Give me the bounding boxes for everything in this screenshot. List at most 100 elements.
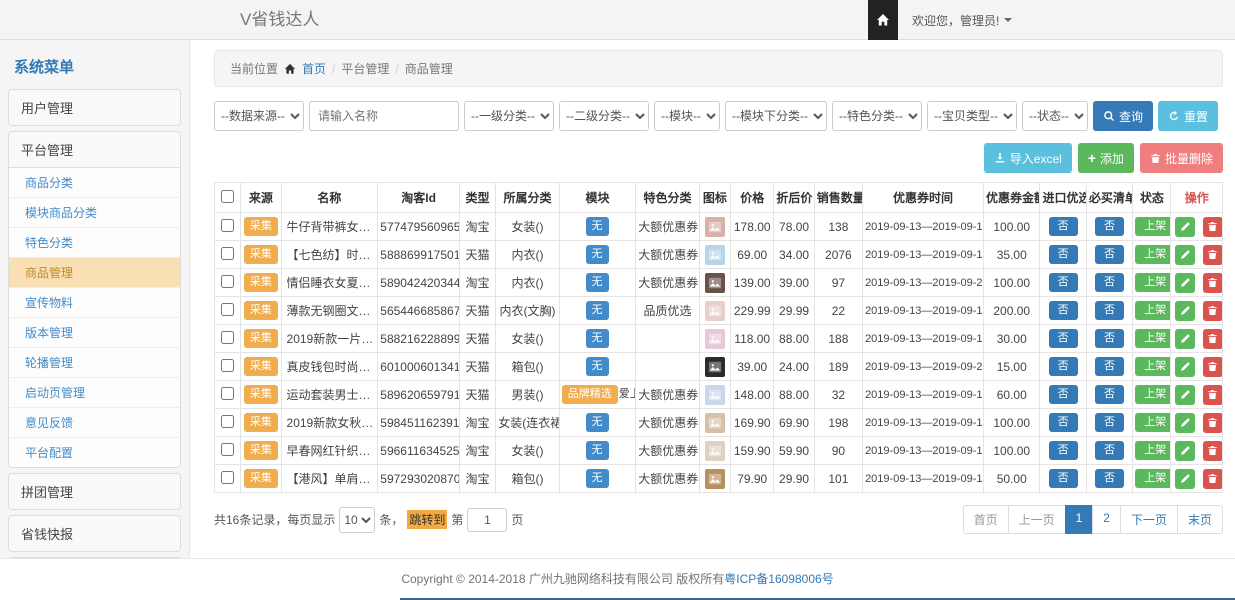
delete-button[interactable] [1203,245,1223,265]
must-buy-toggle[interactable]: 否 [1095,217,1124,236]
status-toggle[interactable]: 上架 [1135,413,1171,432]
add-button[interactable]: + 添加 [1078,143,1134,173]
sidebar-item[interactable]: 商品分类 [9,168,180,198]
filter-select[interactable]: --特色分类-- [832,101,922,131]
edit-button[interactable] [1175,441,1195,461]
status-toggle[interactable]: 上架 [1135,385,1171,404]
must-buy-toggle[interactable]: 否 [1095,385,1124,404]
sidebar-item[interactable]: 平台配置 [9,438,180,467]
edit-button[interactable] [1175,413,1195,433]
status-toggle[interactable]: 上架 [1135,245,1171,264]
import-select-toggle[interactable]: 否 [1049,441,1078,460]
delete-button[interactable] [1203,273,1223,293]
breadcrumb-home-link[interactable]: 首页 [302,60,326,77]
must-buy-toggle[interactable]: 否 [1095,273,1124,292]
edit-button[interactable] [1175,385,1195,405]
filter-select[interactable]: --数据来源-- [214,101,304,131]
import-select-toggle[interactable]: 否 [1049,273,1078,292]
user-menu[interactable]: 欢迎您，管理员! [898,0,1026,40]
import-select-toggle[interactable]: 否 [1049,217,1078,236]
row-checkbox[interactable] [221,471,234,484]
import-select-toggle[interactable]: 否 [1049,245,1078,264]
home-button[interactable] [868,0,898,40]
delete-button[interactable] [1203,385,1223,405]
row-checkbox[interactable] [221,247,234,260]
row-checkbox[interactable] [221,387,234,400]
filter-select[interactable]: --宝贝类型-- [927,101,1017,131]
filter-select[interactable]: --一级分类-- [464,101,554,131]
row-checkbox[interactable] [221,219,234,232]
edit-button[interactable] [1175,217,1195,237]
must-buy-toggle[interactable]: 否 [1095,469,1124,488]
sidebar-group[interactable]: 省钱快报 [9,516,180,551]
name-search-input[interactable] [309,101,459,131]
row-checkbox[interactable] [221,275,234,288]
delete-button[interactable] [1203,217,1223,237]
status-toggle[interactable]: 上架 [1135,469,1171,488]
import-select-toggle[interactable]: 否 [1049,329,1078,348]
sidebar-group[interactable]: 用户管理 [9,90,180,125]
must-buy-toggle[interactable]: 否 [1095,357,1124,376]
status-toggle[interactable]: 上架 [1135,441,1171,460]
filter-select[interactable]: --状态-- [1022,101,1088,131]
per-page-select[interactable]: 10 [339,507,375,533]
page-button[interactable]: 末页 [1177,505,1223,534]
import-select-toggle[interactable]: 否 [1049,385,1078,404]
import-select-toggle[interactable]: 否 [1049,301,1078,320]
delete-button[interactable] [1203,357,1223,377]
delete-button[interactable] [1203,413,1223,433]
sidebar-item[interactable]: 轮播管理 [9,348,180,378]
page-button[interactable]: 1 [1065,505,1094,534]
batch-delete-button[interactable]: 批量删除 [1140,143,1223,173]
edit-button[interactable] [1175,273,1195,293]
must-buy-toggle[interactable]: 否 [1095,441,1124,460]
status-toggle[interactable]: 上架 [1135,357,1171,376]
page-number-input[interactable] [467,508,507,532]
edit-button[interactable] [1175,245,1195,265]
sidebar-item[interactable]: 模块商品分类 [9,198,180,228]
filter-select[interactable]: --模块-- [654,101,720,131]
reset-button[interactable]: 重置 [1158,101,1218,131]
sidebar-item[interactable]: 特色分类 [9,228,180,258]
row-checkbox[interactable] [221,359,234,372]
must-buy-toggle[interactable]: 否 [1095,413,1124,432]
sidebar-item[interactable]: 启动页管理 [9,378,180,408]
import-excel-button[interactable]: 导入excel [984,143,1072,173]
row-checkbox[interactable] [221,303,234,316]
filter-select[interactable]: --模块下分类-- [725,101,827,131]
status-toggle[interactable]: 上架 [1135,273,1171,292]
must-buy-toggle[interactable]: 否 [1095,301,1124,320]
sidebar-item[interactable]: 商品管理 [9,258,180,288]
import-select-toggle[interactable]: 否 [1049,413,1078,432]
import-select-toggle[interactable]: 否 [1049,357,1078,376]
row-checkbox[interactable] [221,331,234,344]
edit-button[interactable] [1175,329,1195,349]
page-button[interactable]: 2 [1092,505,1121,534]
must-buy-toggle[interactable]: 否 [1095,329,1124,348]
sidebar-group[interactable]: 平台管理 [9,132,180,167]
icp-link[interactable]: 粤ICP备16098006号 [724,572,833,586]
sidebar-item[interactable]: 宣传物料 [9,288,180,318]
edit-button[interactable] [1175,301,1195,321]
status-toggle[interactable]: 上架 [1135,301,1171,320]
status-toggle[interactable]: 上架 [1135,217,1171,236]
edit-button[interactable] [1175,357,1195,377]
delete-button[interactable] [1203,329,1223,349]
delete-button[interactable] [1203,301,1223,321]
must-buy-toggle[interactable]: 否 [1095,245,1124,264]
status-toggle[interactable]: 上架 [1135,329,1171,348]
sidebar-item[interactable]: 意见反馈 [9,408,180,438]
filter-select[interactable]: --二级分类-- [559,101,649,131]
row-checkbox[interactable] [221,415,234,428]
delete-button[interactable] [1203,469,1223,489]
page-button[interactable]: 下一页 [1120,505,1178,534]
select-all-checkbox[interactable] [221,190,234,203]
sidebar-item[interactable]: 版本管理 [9,318,180,348]
row-checkbox[interactable] [221,443,234,456]
delete-button[interactable] [1203,441,1223,461]
edit-button[interactable] [1175,469,1195,489]
import-select-toggle[interactable]: 否 [1049,469,1078,488]
breadcrumb-item-platform[interactable]: 平台管理 [341,60,389,77]
sidebar-group[interactable]: 拼团管理 [9,474,180,509]
search-button[interactable]: 查询 [1093,101,1153,131]
